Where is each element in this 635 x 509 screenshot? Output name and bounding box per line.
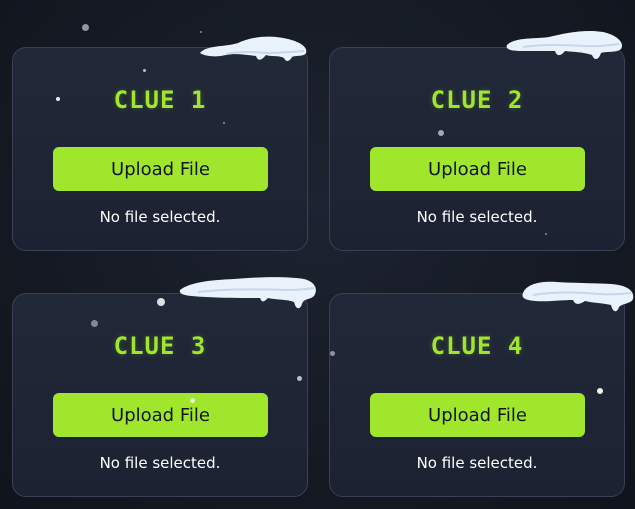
upload-file-button[interactable]: Upload File: [53, 147, 268, 191]
snow-cap-icon: [200, 36, 307, 61]
clue-card-4: CLUE 4 Upload File No file selected.: [329, 293, 625, 497]
snowflake-icon: [597, 388, 603, 394]
file-status-text: No file selected.: [99, 208, 221, 226]
snow-cap-icon: [179, 277, 316, 309]
snowflake-icon: [223, 122, 225, 124]
snowflake-icon: [200, 31, 202, 33]
snow-cap-icon: [522, 281, 634, 312]
clue-card-1: CLUE 1 Upload File No file selected.: [12, 47, 308, 251]
file-status-text: No file selected.: [99, 454, 221, 472]
snowflake-icon: [82, 24, 89, 31]
snowflake-icon: [330, 351, 335, 356]
snowflake-icon: [545, 233, 547, 235]
snowflake-icon: [143, 69, 146, 72]
upload-file-button[interactable]: Upload File: [370, 147, 585, 191]
clue-title: CLUE 2: [430, 86, 524, 114]
snowflake-icon: [91, 320, 98, 327]
upload-file-button[interactable]: Upload File: [53, 393, 268, 437]
clue-title: CLUE 3: [113, 332, 207, 360]
snowflake-icon: [438, 130, 444, 136]
clue-card-2: CLUE 2 Upload File No file selected.: [329, 47, 625, 251]
clue-card-3: CLUE 3 Upload File No file selected.: [12, 293, 308, 497]
snowflake-icon: [190, 398, 195, 403]
clue-title: CLUE 4: [430, 332, 524, 360]
file-status-text: No file selected.: [416, 454, 538, 472]
snowflake-icon: [157, 298, 165, 306]
file-status-text: No file selected.: [416, 208, 538, 226]
snow-cap-icon: [506, 30, 623, 60]
snowflake-icon: [56, 97, 60, 101]
snowflake-icon: [297, 376, 302, 381]
upload-file-button[interactable]: Upload File: [370, 393, 585, 437]
